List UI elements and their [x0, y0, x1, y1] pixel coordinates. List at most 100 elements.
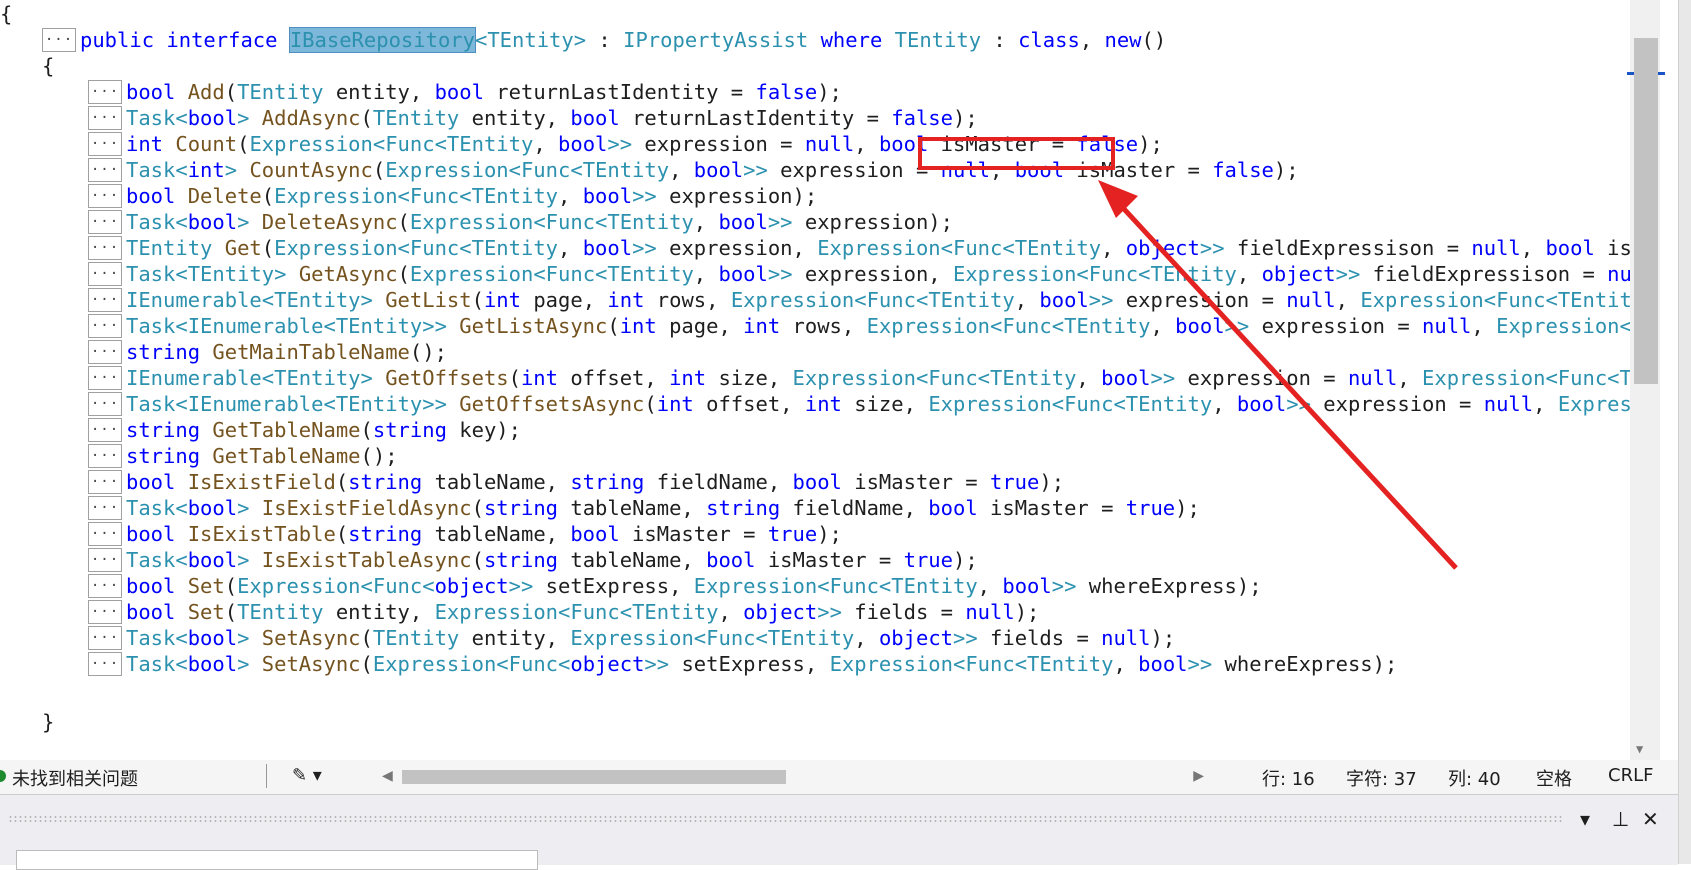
code-token: ( — [224, 80, 238, 104]
code-token: ); — [1138, 132, 1163, 156]
char-indicator[interactable]: 字符: 37 — [1346, 765, 1417, 791]
code-token: Expression — [817, 236, 941, 260]
code-token: int — [804, 392, 842, 416]
code-token: bool — [582, 236, 633, 260]
code-token: () — [1141, 28, 1167, 52]
collapsed-marker[interactable]: ... — [88, 132, 122, 156]
code-token: TEntity — [1014, 236, 1102, 260]
collapsed-marker[interactable]: ... — [88, 392, 122, 416]
code-token: GetAsync — [298, 262, 398, 286]
code-token: , — [1397, 366, 1423, 390]
code-token: Expression — [1422, 366, 1546, 390]
code-token: object — [878, 626, 954, 650]
code-token: (); — [360, 444, 398, 468]
code-token: TEntity — [335, 314, 423, 338]
code-token: bool — [187, 652, 238, 676]
horizontal-scrollbar[interactable]: ◀ ▶ — [382, 768, 1204, 786]
collapsed-marker[interactable]: ... — [88, 106, 122, 130]
code-token: page, — [520, 288, 608, 312]
collapsed-marker[interactable]: ... — [88, 158, 122, 182]
code-token: bool — [570, 106, 620, 130]
output-source-dropdown[interactable] — [16, 850, 538, 870]
code-token: int — [126, 132, 164, 156]
collapsed-marker[interactable]: ... — [88, 600, 122, 624]
collapsed-marker[interactable]: ... — [88, 236, 122, 260]
panel-menu-chevron-down-icon[interactable]: ▾ — [1580, 807, 1590, 831]
code-token: ( — [471, 548, 484, 572]
collapsed-marker[interactable]: ... — [88, 548, 122, 572]
collapsed-marker[interactable]: ... — [88, 496, 122, 520]
code-token: IsExistField — [187, 470, 336, 494]
collapsed-marker[interactable]: ... — [88, 366, 122, 390]
code-token: null — [1607, 262, 1630, 286]
code-token: < — [175, 106, 188, 130]
code-token: Expression — [409, 262, 534, 286]
code-token: > — [573, 28, 587, 52]
code-token: rows, — [780, 314, 867, 338]
collapsed-marker[interactable]: ... — [88, 444, 122, 468]
collapsed-marker[interactable]: ... — [88, 340, 122, 364]
issues-status[interactable]: 未找到相关问题 — [12, 765, 138, 791]
code-token: < — [175, 548, 188, 572]
code-token: >> — [1335, 262, 1361, 286]
member-line: string GetTableName(); — [126, 442, 398, 470]
column-indicator[interactable]: 列: 40 — [1448, 765, 1501, 791]
line-indicator[interactable]: 行: 16 — [1262, 765, 1315, 791]
code-token: entity, — [323, 80, 435, 104]
collapsed-marker[interactable]: ... — [88, 522, 122, 546]
collapsed-marker[interactable]: ... — [88, 574, 122, 598]
code-token: false — [1212, 158, 1274, 182]
code-token: Func — [952, 236, 1003, 260]
code-token: tableName, — [422, 522, 571, 546]
code-token: , — [854, 132, 879, 156]
close-icon[interactable]: ✕ — [1642, 807, 1659, 831]
code-token: < — [915, 288, 929, 312]
scroll-right-icon[interactable]: ▶ — [1193, 768, 1204, 784]
code-token: bool — [126, 600, 176, 624]
horizontal-scroll-thumb[interactable] — [402, 770, 786, 784]
collapsed-marker[interactable]: ... — [88, 626, 122, 650]
code-token: < — [1002, 236, 1015, 260]
code-editor[interactable]: { ... public interface IBaseRepository<T… — [0, 0, 1630, 760]
collapsed-marker[interactable]: ... — [88, 470, 122, 494]
code-token: >> — [743, 158, 768, 182]
code-token: Func — [829, 574, 879, 598]
collapsed-marker[interactable]: ... — [88, 418, 122, 442]
cleanup-brush-icon[interactable]: ✎ ▾ — [292, 765, 322, 786]
code-token: < — [558, 652, 571, 676]
code-token: TEntity — [274, 288, 361, 312]
code-token: IEnumerable — [187, 392, 324, 416]
member-line: IEnumerable<TEntity> GetList(int page, i… — [126, 286, 1630, 314]
collapsed-marker[interactable]: ... — [88, 210, 122, 234]
code-token: ( — [261, 236, 275, 260]
collapsed-marker[interactable]: ... — [88, 184, 122, 208]
scroll-left-icon[interactable]: ◀ — [382, 768, 393, 784]
whitespace-indicator[interactable]: 空格 — [1536, 765, 1572, 791]
member-line: Task<bool> DeleteAsync(Expression<Func<T… — [126, 208, 953, 236]
code-token: , — [1520, 236, 1546, 260]
code-token: string — [483, 548, 559, 572]
code-token: < — [496, 652, 509, 676]
code-token: TEntity — [1150, 262, 1237, 286]
panel-drag-grip[interactable] — [8, 815, 1563, 823]
collapsed-marker[interactable]: ... — [88, 262, 122, 286]
code-token: < — [175, 314, 188, 338]
code-token: tableName, — [422, 470, 571, 494]
collapsed-marker[interactable]: ... — [88, 314, 122, 338]
collapsed-marker[interactable]: ... — [42, 28, 76, 52]
line-ending-indicator[interactable]: CRLF — [1608, 765, 1653, 786]
collapsed-marker[interactable]: ... — [88, 652, 122, 676]
pin-icon[interactable]: ⊥ — [1612, 807, 1629, 831]
collapsed-marker[interactable]: ... — [88, 80, 122, 104]
vertical-scrollbar[interactable]: ▼ — [1627, 0, 1665, 760]
vertical-scroll-thumb[interactable] — [1634, 38, 1658, 384]
scroll-down-icon[interactable]: ▼ — [1636, 742, 1643, 756]
code-token: Expression — [385, 158, 509, 182]
member-line: TEntity Get(Expression<Func<TEntity, boo… — [126, 234, 1630, 262]
interface-open-brace: { — [42, 54, 55, 78]
code-token: offset, — [558, 366, 670, 390]
code-token: , — [693, 262, 719, 286]
code-token: size, — [841, 392, 929, 416]
collapsed-marker[interactable]: ... — [88, 288, 122, 312]
